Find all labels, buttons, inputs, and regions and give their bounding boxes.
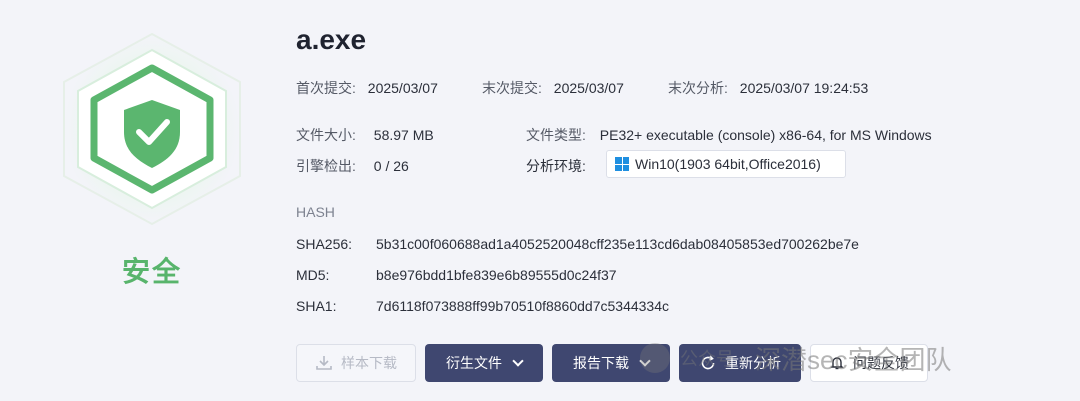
derived-files-button[interactable]: 衍生文件 [425,344,543,382]
refresh-icon [701,355,715,370]
engine-detection: 引擎检出: 0 / 26 [296,156,409,176]
md5-value: b8e976bdd1bfe839e6b89555d0c24f37 [376,267,617,283]
report-download-button[interactable]: 报告下载 [552,344,670,382]
verdict-badge: 安全 [52,28,252,288]
last-submit-label: 末次提交: [482,80,542,96]
feedback-button[interactable]: 问题反馈 [810,344,928,382]
reanalyze-button[interactable]: 重新分析 [679,344,801,382]
chevron-down-icon [639,355,651,367]
last-submit: 末次提交: 2025/03/07 [482,78,624,98]
hash-title: HASH [296,204,335,220]
file-size-label: 文件大小: [296,127,356,143]
download-icon [316,356,332,370]
sha1-label: SHA1: [296,298,337,314]
file-name: a.exe [296,24,367,55]
feedback-label: 问题反馈 [853,355,909,371]
analysis-env-box: Win10(1903 64bit,Office2016) [606,150,846,178]
last-analysis-label: 末次分析: [668,80,728,96]
sha1-value: 7d6118f073888ff99b70510f8860dd7c5344334c [376,298,669,314]
engine-detection-label: 引擎检出: [296,158,356,174]
file-type-label: 文件类型: [526,127,586,143]
report-download-label: 报告下载 [573,355,629,371]
first-submit-label: 首次提交: [296,80,356,96]
sample-download-label: 样本下载 [341,355,397,371]
derived-files-label: 衍生文件 [446,355,502,371]
windows-icon [615,157,629,171]
first-submit: 首次提交: 2025/03/07 [296,78,438,98]
sha256-value: 5b31c00f060688ad1a4052520048cff235e113cd… [376,236,859,252]
verdict-label: 安全 [121,256,182,287]
file-type-value: PE32+ executable (console) x86-64, for M… [599,127,932,143]
bell-icon [830,357,844,370]
file-size-value: 58.97 MB [373,127,434,143]
first-submit-value: 2025/03/07 [367,80,438,96]
last-submit-value: 2025/03/07 [553,80,624,96]
sample-download-button[interactable]: 样本下载 [296,344,416,382]
file-size: 文件大小: 58.97 MB [296,125,434,145]
chevron-down-icon [512,355,524,367]
md5-label: MD5: [296,267,330,283]
file-type: 文件类型: PE32+ executable (console) x86-64,… [526,125,932,145]
reanalyze-label: 重新分析 [725,355,781,371]
engine-detection-value: 0 / 26 [373,158,409,174]
last-analysis: 末次分析: 2025/03/07 19:24:53 [668,78,868,98]
analysis-env-value: Win10(1903 64bit,Office2016) [635,156,821,172]
hexagon-shield-icon [63,32,241,226]
sha256-label: SHA256: [296,236,353,252]
analysis-env-label: 分析环境: [526,158,586,174]
last-analysis-value: 2025/03/07 19:24:53 [739,80,869,96]
